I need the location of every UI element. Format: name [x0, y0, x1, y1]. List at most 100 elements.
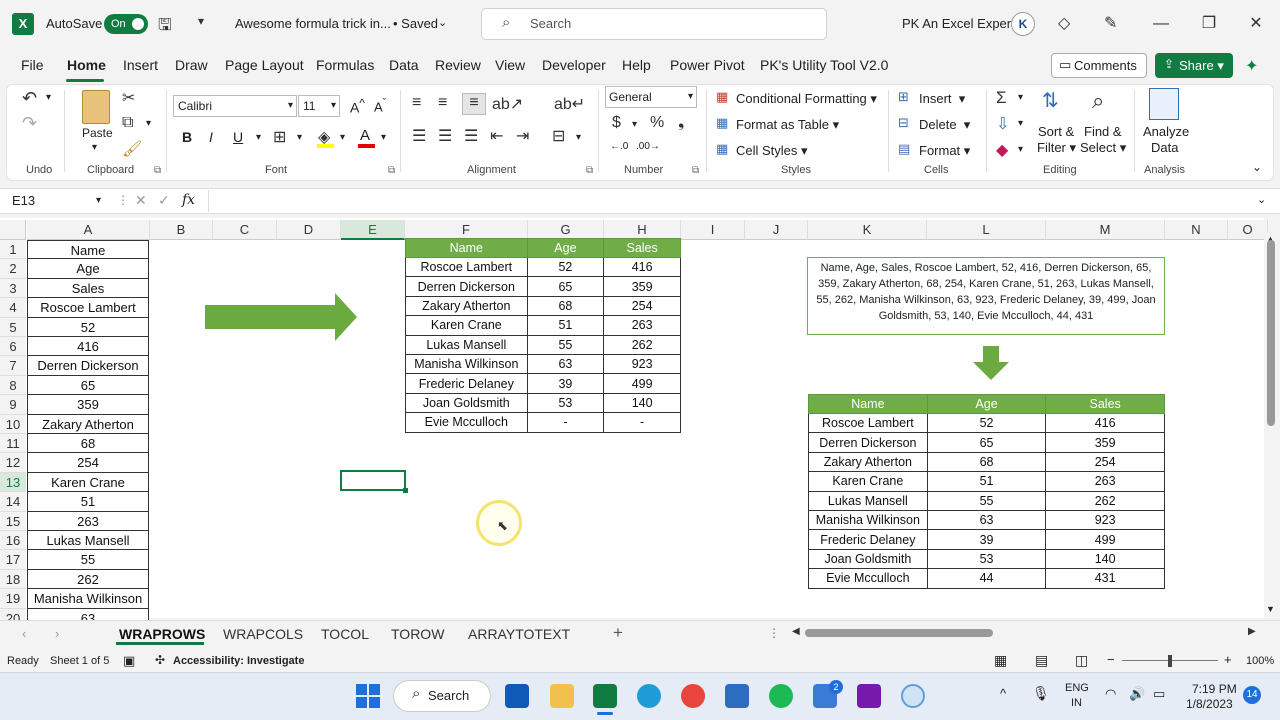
table-cell[interactable]: Roscoe Lambert — [808, 412, 928, 434]
minimize-button[interactable]: — — [1146, 12, 1176, 36]
table-cell[interactable]: 55 — [926, 490, 1047, 511]
more-options-icon[interactable]: ⋮ — [117, 193, 129, 207]
column-header-a[interactable]: A — [27, 220, 150, 240]
prev-sheet-icon[interactable]: ‹ — [22, 626, 26, 641]
column-header-l[interactable]: L — [927, 220, 1046, 240]
borders-icon[interactable]: ⊞ — [273, 127, 286, 147]
autosave-toggle[interactable]: On — [104, 14, 148, 34]
scroll-down-icon[interactable]: ▼ — [1266, 604, 1275, 614]
paste-dropdown-icon[interactable]: ▾ — [92, 142, 97, 153]
user-name[interactable]: PK An Excel Expert — [902, 16, 1015, 31]
cell-a6[interactable]: 416 — [27, 337, 149, 357]
onenote-icon[interactable] — [857, 684, 881, 708]
table-cell[interactable]: 359 — [1045, 432, 1165, 453]
row-header-15[interactable]: 15 — [0, 511, 26, 531]
cell-styles-button[interactable]: Cell Styles ▾ — [736, 143, 808, 159]
table-cell[interactable]: 254 — [603, 295, 681, 317]
store-icon[interactable] — [725, 684, 749, 708]
tray-chevron-icon[interactable]: ^ — [1000, 686, 1006, 701]
increase-font-icon[interactable]: A^ — [350, 97, 365, 116]
percent-icon[interactable]: % — [650, 114, 664, 132]
table-cell[interactable]: Lukas Mansell — [808, 490, 928, 511]
name-box-dropdown-icon[interactable]: ▾ — [96, 195, 101, 206]
row-header-3[interactable]: 3 — [0, 278, 26, 299]
align-top-icon[interactable]: ≡ — [412, 94, 421, 112]
accessibility-status[interactable]: Accessibility: Investigate — [173, 655, 304, 667]
currency-dropdown-icon[interactable]: ▾ — [632, 119, 637, 130]
insert-cells-button[interactable]: Insert ▾ — [919, 91, 965, 107]
horizontal-scroll-thumb[interactable] — [805, 629, 993, 637]
underline-button[interactable]: U — [233, 129, 243, 145]
table-cell[interactable]: 39 — [526, 373, 605, 394]
file-explorer-icon[interactable] — [550, 684, 574, 708]
table-cell[interactable]: 39 — [926, 529, 1047, 550]
column-header-m[interactable]: M — [1046, 220, 1165, 240]
column-header-i[interactable]: I — [681, 220, 745, 240]
table-cell[interactable]: 263 — [603, 315, 681, 336]
autosum-dropdown-icon[interactable]: ▾ — [1018, 92, 1023, 103]
paste-icon[interactable] — [82, 90, 110, 124]
restore-button[interactable]: ❐ — [1194, 12, 1224, 36]
outlook-icon[interactable] — [505, 684, 529, 708]
notification-badge[interactable]: 14 — [1243, 686, 1261, 704]
column-header-g[interactable]: G — [528, 220, 604, 240]
diamond-icon[interactable]: ◇ — [1058, 13, 1070, 33]
lang-secondary[interactable]: IN — [1071, 697, 1082, 709]
ribbon-collapse-icon[interactable]: ⌄ — [1252, 160, 1262, 174]
zoom-out-icon[interactable]: − — [1107, 652, 1115, 667]
merge-dropdown-icon[interactable]: ▾ — [576, 132, 581, 143]
sort-filter-button[interactable]: Sort & — [1038, 124, 1074, 139]
column-header-h[interactable]: H — [604, 220, 681, 240]
sheet-tab-tocol[interactable]: TOCOL — [321, 626, 369, 642]
table-cell[interactable]: 262 — [603, 334, 681, 355]
cell-a10[interactable]: Zakary Atherton — [27, 414, 149, 434]
row-header-14[interactable]: 14 — [0, 492, 26, 512]
table-cell[interactable]: Manisha Wilkinson — [808, 509, 928, 531]
table-cell[interactable]: Manisha Wilkinson — [405, 353, 528, 375]
fill-dropdown-icon[interactable]: ▾ — [340, 132, 345, 143]
clock-time[interactable]: 7:19 PM — [1192, 682, 1237, 696]
page-layout-view-icon[interactable]: ▤ — [1035, 652, 1048, 669]
table-cell[interactable]: 254 — [1045, 451, 1165, 473]
lang-primary[interactable]: ENG — [1065, 682, 1089, 694]
redo-icon[interactable]: ↷ — [22, 113, 37, 134]
menu-developer[interactable]: Developer — [542, 57, 606, 73]
sheet-tab-arraytotext[interactable]: ARRAYTOTEXT — [468, 626, 570, 642]
cell-a8[interactable]: 65 — [27, 375, 149, 396]
row-header-12[interactable]: 12 — [0, 453, 26, 473]
dialog-launcher-icon[interactable]: ⧉ — [154, 165, 161, 176]
macro-record-icon[interactable]: ▣ — [123, 653, 135, 669]
font-name-select[interactable]: Calibri ▾ — [173, 95, 297, 117]
table-cell[interactable]: 65 — [926, 432, 1047, 453]
cell-a19[interactable]: Manisha Wilkinson — [27, 589, 149, 609]
increase-decimal-icon[interactable]: ←.0 — [610, 141, 628, 152]
cell-a5[interactable]: 52 — [27, 317, 149, 337]
wifi-icon[interactable]: ◠ — [1105, 686, 1116, 702]
menu-help[interactable]: Help — [622, 57, 651, 73]
dialog-launcher-icon[interactable]: ⧉ — [692, 165, 699, 176]
column-header-e[interactable]: E — [341, 220, 405, 240]
table-cell[interactable]: 55 — [526, 334, 605, 355]
table-cell[interactable]: Derren Dickerson — [808, 432, 928, 453]
table-cell[interactable]: 431 — [1045, 568, 1165, 589]
cell-a17[interactable]: 55 — [27, 550, 149, 570]
borders-dropdown-icon[interactable]: ▾ — [297, 132, 302, 143]
align-right-icon[interactable]: ☰ — [464, 126, 478, 146]
orientation-icon[interactable]: ab↗ — [492, 94, 523, 114]
add-sheet-icon[interactable]: + — [613, 623, 623, 643]
table-cell[interactable]: 51 — [926, 471, 1047, 492]
page-break-view-icon[interactable]: ◫ — [1075, 652, 1088, 669]
row-header-13[interactable]: 13 — [0, 472, 26, 493]
table2-header-age[interactable]: Age — [926, 394, 1047, 414]
customize-qat-icon[interactable]: ▾ — [198, 14, 204, 28]
table-cell[interactable]: Evie Mcculloch — [808, 568, 928, 589]
row-header-7[interactable]: 7 — [0, 356, 26, 376]
menu-review[interactable]: Review — [435, 57, 481, 73]
table-cell[interactable]: - — [526, 412, 605, 433]
cortana-icon[interactable] — [901, 684, 925, 708]
column-header-d[interactable]: D — [277, 220, 341, 240]
merge-center-icon[interactable]: ⊟ — [552, 126, 565, 146]
cancel-entry-icon[interactable]: ✕ — [135, 192, 147, 209]
avatar[interactable]: K — [1011, 12, 1035, 36]
dialog-launcher-icon[interactable]: ⧉ — [586, 165, 593, 176]
